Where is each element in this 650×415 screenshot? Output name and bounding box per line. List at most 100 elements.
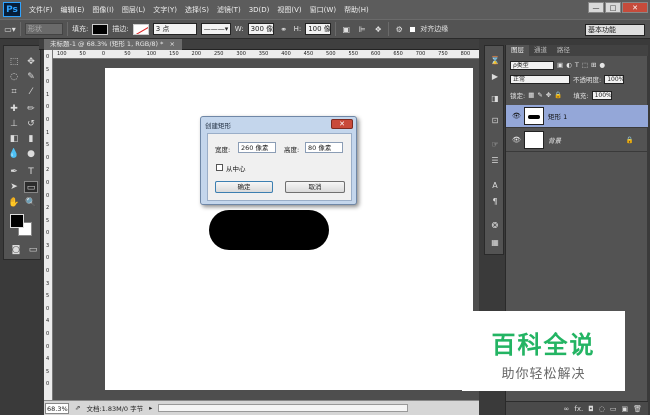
- menu-3d[interactable]: 3D(D): [245, 6, 274, 14]
- color-panel-icon[interactable]: ◨: [489, 94, 501, 104]
- delete-layer-icon[interactable]: 🗑: [633, 405, 642, 413]
- lock-pixels-icon[interactable]: ✎: [537, 91, 542, 99]
- width-field[interactable]: 300 像: [247, 23, 274, 35]
- gradient-tool-icon[interactable]: ▮: [24, 133, 38, 145]
- adjustments-panel-icon[interactable]: ☰: [489, 156, 501, 166]
- document-tab[interactable]: 未标题-1 @ 68.3% (矩形 1, RGB/8) * ×: [44, 39, 182, 50]
- filter-toggle-icon[interactable]: ●: [599, 61, 605, 69]
- menu-view[interactable]: 视图(V): [273, 5, 305, 15]
- layer-filter-select[interactable]: ρ类型: [510, 60, 554, 70]
- layer-style-icon[interactable]: fx.: [574, 405, 583, 413]
- filter-shape-icon[interactable]: ⬚: [582, 61, 588, 69]
- move-tool-icon[interactable]: ✥: [24, 56, 38, 68]
- visibility-eye-icon[interactable]: 👁: [512, 112, 521, 120]
- workspace-select[interactable]: 基本功能: [585, 24, 645, 36]
- menu-edit[interactable]: 编辑(E): [57, 5, 89, 15]
- lock-transparent-icon[interactable]: ▦: [528, 91, 534, 99]
- pen-tool-icon[interactable]: ✒: [7, 166, 21, 178]
- screen-mode-icon[interactable]: ▭: [26, 244, 40, 256]
- tab-paths[interactable]: 路径: [552, 45, 575, 56]
- lock-position-icon[interactable]: ✥: [546, 91, 551, 99]
- align-edges-checkbox[interactable]: [409, 25, 417, 33]
- new-layer-icon[interactable]: ▣: [621, 405, 628, 413]
- width-input[interactable]: 260 像素: [238, 142, 276, 153]
- filter-smart-icon[interactable]: ⊞: [591, 61, 596, 69]
- hand-tool-icon[interactable]: ✋: [7, 197, 21, 209]
- filter-type-icon[interactable]: T: [575, 61, 579, 69]
- link-icon[interactable]: ⚭: [278, 25, 290, 34]
- menu-filter[interactable]: 滤镜(T): [213, 5, 245, 15]
- lasso-tool-icon[interactable]: ◌: [7, 71, 21, 83]
- menu-select[interactable]: 选择(S): [181, 5, 213, 15]
- minimize-button[interactable]: —: [588, 2, 604, 13]
- quick-select-tool-icon[interactable]: ✎: [24, 71, 38, 83]
- crop-tool-icon[interactable]: ⌗: [7, 86, 21, 98]
- marquee-tool-icon[interactable]: ⬚: [7, 56, 21, 68]
- menu-image[interactable]: 图像(I): [88, 5, 118, 15]
- lock-all-icon[interactable]: 🔒: [554, 91, 562, 99]
- horizontal-scrollbar[interactable]: [158, 404, 409, 412]
- dialog-close-button[interactable]: ✕: [331, 119, 353, 129]
- brush-tool-icon[interactable]: ✏: [24, 103, 38, 115]
- export-icon[interactable]: ⇗: [75, 404, 80, 412]
- eraser-tool-icon[interactable]: ◧: [7, 133, 21, 145]
- menu-layer[interactable]: 图层(L): [118, 5, 149, 15]
- status-menu-arrow-icon[interactable]: ▸: [149, 404, 152, 412]
- menu-window[interactable]: 窗口(W): [306, 5, 340, 15]
- stroke-type-select[interactable]: ———▾: [200, 23, 231, 35]
- healing-brush-tool-icon[interactable]: ✚: [7, 103, 21, 115]
- height-input[interactable]: 80 像素: [305, 142, 343, 153]
- height-field[interactable]: 100 像: [305, 23, 332, 35]
- stroke-size-select[interactable]: 3 点: [152, 23, 197, 35]
- tab-layers[interactable]: 图层: [506, 45, 529, 56]
- character-panel-icon[interactable]: A: [489, 181, 501, 191]
- gear-icon[interactable]: ⚙: [393, 25, 405, 34]
- zoom-tool-icon[interactable]: 🔍: [24, 197, 38, 209]
- zoom-field[interactable]: 68.3%: [45, 402, 69, 414]
- properties-panel-icon[interactable]: ⊡: [489, 116, 501, 126]
- filter-pixel-icon[interactable]: ▣: [557, 61, 563, 69]
- ok-button[interactable]: 确定: [215, 181, 273, 193]
- dodge-tool-icon[interactable]: ●: [24, 148, 38, 160]
- link-layers-icon[interactable]: ∞: [564, 405, 570, 413]
- filter-adjustment-icon[interactable]: ◐: [566, 61, 572, 69]
- close-button[interactable]: ✕: [622, 2, 648, 13]
- blend-mode-select[interactable]: 正常: [510, 74, 570, 84]
- actions-panel-icon[interactable]: ▶: [489, 72, 501, 82]
- from-center-checkbox[interactable]: [216, 164, 223, 171]
- 3d-panel-icon[interactable]: ❂: [489, 221, 501, 231]
- path-arrangement-icon[interactable]: ❖: [372, 25, 384, 34]
- shape-tool-preset-icon[interactable]: ▭▾: [4, 25, 16, 34]
- paragraph-panel-icon[interactable]: ¶: [489, 197, 501, 207]
- eyedropper-tool-icon[interactable]: ⁄: [24, 86, 38, 98]
- history-panel-icon[interactable]: ⌛: [489, 56, 501, 66]
- menu-help[interactable]: 帮助(H): [340, 5, 373, 15]
- foreground-color-swatch-top[interactable]: [10, 214, 24, 228]
- layer-row-background[interactable]: 👁 背景 🔒: [506, 129, 648, 152]
- visibility-eye-icon[interactable]: 👁: [512, 136, 521, 144]
- adjustment-layer-icon[interactable]: ◌: [599, 405, 605, 413]
- close-tab-icon[interactable]: ×: [169, 40, 174, 48]
- maximize-button[interactable]: □: [605, 2, 621, 13]
- rounded-rectangle-shape[interactable]: [209, 210, 329, 250]
- path-alignment-icon[interactable]: ⊫: [356, 25, 368, 34]
- new-group-icon[interactable]: ▭: [610, 405, 617, 413]
- menu-file[interactable]: 文件(F): [25, 5, 57, 15]
- cancel-button[interactable]: 取消: [285, 181, 345, 193]
- fill-field[interactable]: 100%: [591, 90, 612, 100]
- quick-mask-icon[interactable]: ◙: [9, 244, 23, 256]
- tool-mode-select[interactable]: 形状: [25, 23, 63, 35]
- blur-tool-icon[interactable]: 💧: [7, 148, 21, 160]
- layer-row-rectangle[interactable]: 👁 矩形 1: [506, 105, 648, 128]
- fill-swatch[interactable]: [92, 23, 109, 35]
- history-brush-tool-icon[interactable]: ↺: [24, 118, 38, 130]
- path-select-tool-icon[interactable]: ➤: [7, 181, 21, 193]
- grid-panel-icon[interactable]: ▦: [489, 238, 501, 248]
- opacity-field[interactable]: 100%: [604, 74, 624, 84]
- add-mask-icon[interactable]: ◘: [588, 405, 594, 413]
- brush-panel-icon[interactable]: ☞: [489, 140, 501, 150]
- path-operations-icon[interactable]: ▣: [340, 25, 352, 34]
- clone-stamp-tool-icon[interactable]: ⊥: [7, 118, 21, 130]
- rectangle-tool-icon[interactable]: ▭: [24, 181, 38, 193]
- type-tool-icon[interactable]: T: [24, 166, 38, 178]
